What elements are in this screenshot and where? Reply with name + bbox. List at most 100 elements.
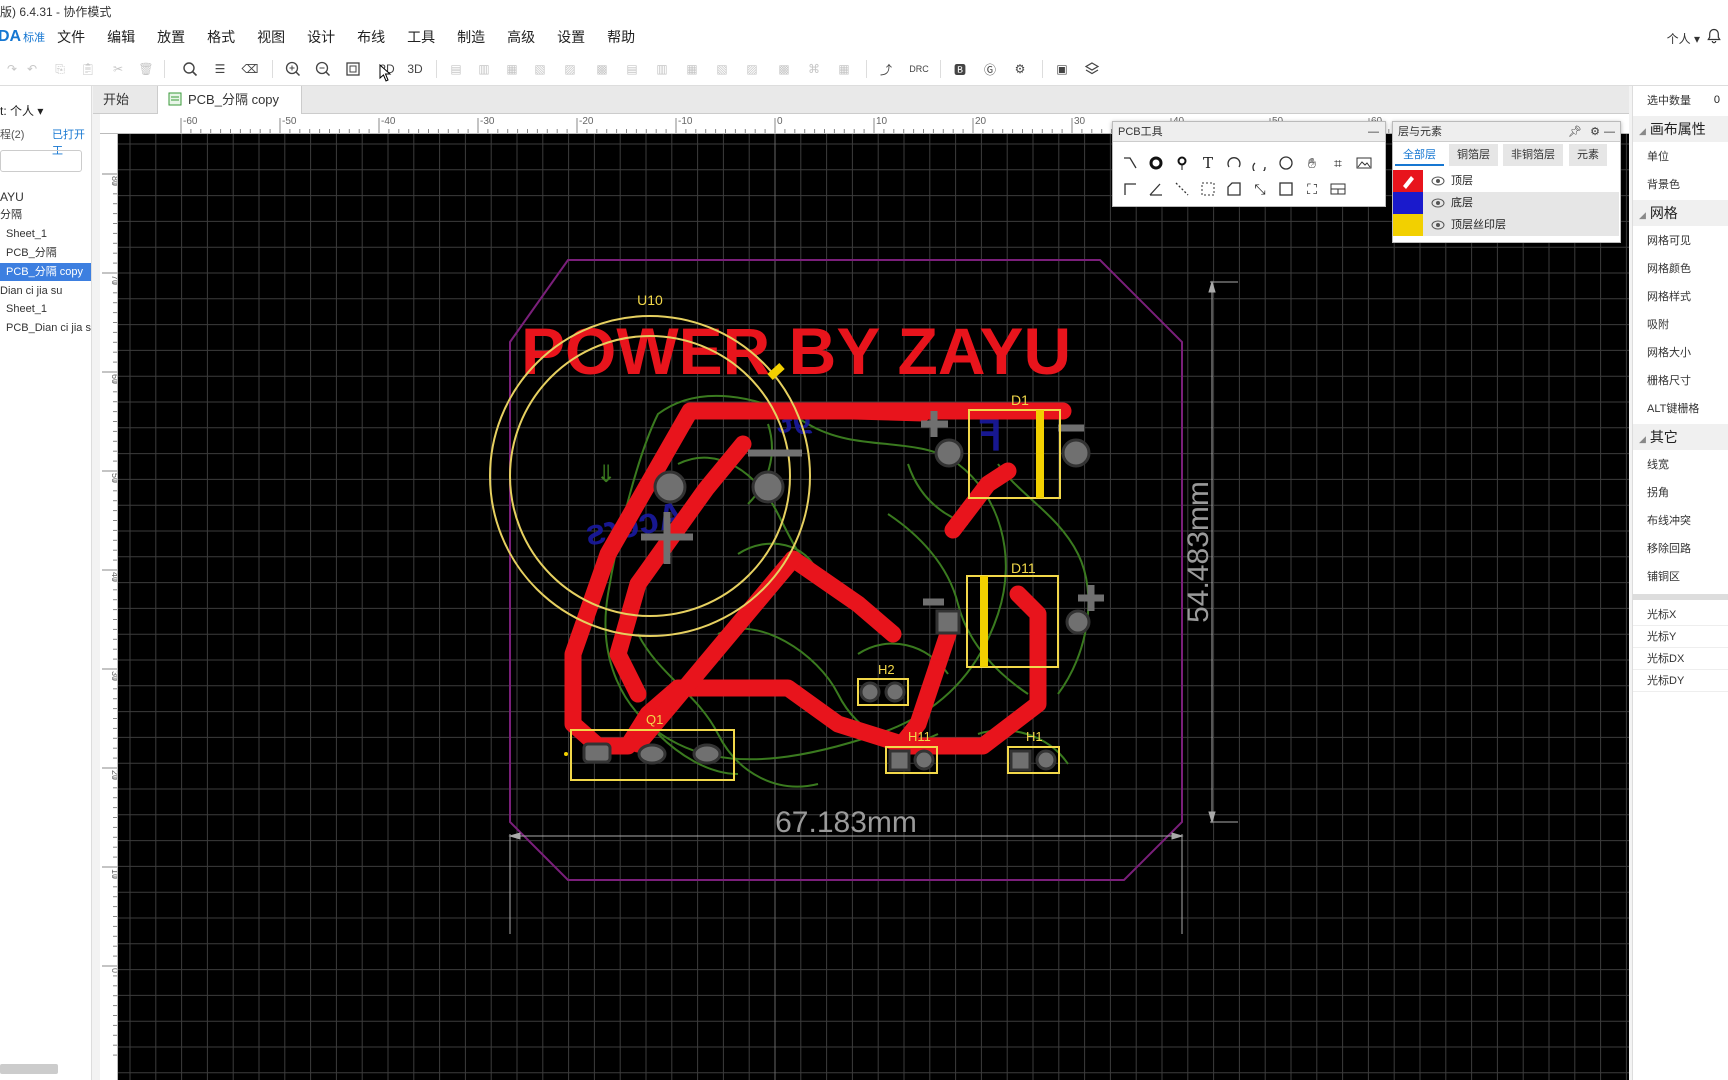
- zoom-out-icon[interactable]: [313, 59, 333, 79]
- find-list-icon[interactable]: ☰: [210, 59, 230, 79]
- layer-color-swatch[interactable]: [1393, 170, 1423, 192]
- search-input[interactable]: [0, 150, 82, 172]
- distribute-h-icon[interactable]: ▩: [592, 59, 612, 79]
- region-tool-icon[interactable]: [1223, 178, 1245, 200]
- copy-icon[interactable]: ⎘: [50, 59, 70, 79]
- layer-row-bottom[interactable]: 底层: [1393, 192, 1619, 214]
- menu-place[interactable]: 放置: [157, 27, 185, 47]
- layer-row-top[interactable]: 顶层: [1393, 170, 1619, 192]
- delete-icon[interactable]: 🗑︎: [136, 59, 156, 79]
- hand-tool-icon[interactable]: ✋︎: [1301, 152, 1323, 174]
- layer-color-swatch[interactable]: [1393, 192, 1423, 214]
- table-tool-icon[interactable]: [1327, 178, 1349, 200]
- menu-tools[interactable]: 工具: [407, 27, 435, 47]
- measure-tool-icon[interactable]: ⤡: [1249, 178, 1271, 200]
- minimize-icon[interactable]: —: [1368, 122, 1379, 142]
- layer-color-swatch[interactable]: [1393, 214, 1423, 236]
- tab-elements[interactable]: 元素: [1569, 144, 1607, 166]
- cut-icon[interactable]: ✂: [108, 59, 128, 79]
- tree-item[interactable]: Sheet_1: [0, 300, 91, 318]
- board-settings-icon[interactable]: ⚙: [1010, 59, 1030, 79]
- tree-item[interactable]: 分隔: [0, 206, 91, 224]
- tree-item[interactable]: PCB_分隔: [0, 244, 91, 262]
- align-top-icon[interactable]: ▧: [530, 59, 550, 79]
- menu-settings[interactable]: 设置: [557, 27, 585, 47]
- ungroup-icon[interactable]: ▧: [712, 59, 732, 79]
- menu-edit[interactable]: 编辑: [107, 27, 135, 47]
- pcb-drawing[interactable]: ƨɿɘɔA Ɉϱ ꟻ POWER BY ZAYU U10 ⇓ D1 D11 H2…: [118, 134, 1629, 1080]
- eye-icon[interactable]: [1431, 219, 1445, 231]
- user-menu[interactable]: 个人 ▾: [1667, 30, 1700, 47]
- layer-row-top-silk[interactable]: 顶层丝印层: [1393, 214, 1619, 236]
- section-canvas[interactable]: ◢ 画布属性: [1633, 116, 1728, 142]
- via-tool-icon[interactable]: [1171, 152, 1193, 174]
- menu-manufacture[interactable]: 制造: [457, 27, 485, 47]
- pin-icon[interactable]: 📌︎: [1568, 122, 1582, 142]
- fit-view-icon[interactable]: [343, 59, 363, 79]
- array-icon[interactable]: ▦: [834, 59, 854, 79]
- section-other[interactable]: ◢ 其它: [1633, 424, 1728, 450]
- tree-item-selected[interactable]: PCB_分隔 copy: [0, 263, 91, 281]
- gear-icon[interactable]: ⚙: [1590, 122, 1600, 142]
- tree-item[interactable]: AYU: [0, 188, 91, 206]
- menu-design[interactable]: 设计: [307, 27, 335, 47]
- project-count[interactable]: 程(2): [0, 126, 24, 142]
- menu-advanced[interactable]: 高级: [507, 27, 535, 47]
- tree-item[interactable]: Sheet_1: [0, 225, 91, 243]
- drc-button[interactable]: DRC: [906, 59, 932, 79]
- arc-tool-icon[interactable]: [1223, 152, 1245, 174]
- group-icon[interactable]: ▦: [682, 59, 702, 79]
- board-b-icon[interactable]: 🅱︎: [950, 59, 970, 79]
- scope-selector[interactable]: t: 个人 ▾: [0, 102, 43, 119]
- view-3d-button[interactable]: 3D: [402, 59, 428, 79]
- bell-icon[interactable]: [1706, 28, 1722, 44]
- rect-tool-icon[interactable]: [1275, 178, 1297, 200]
- undo-icon[interactable]: ↶: [22, 59, 42, 79]
- eye-icon[interactable]: [1431, 197, 1445, 209]
- erase-icon[interactable]: ⌫: [240, 59, 260, 79]
- image-icon[interactable]: ▣: [1052, 59, 1072, 79]
- arrange-icon[interactable]: ▩: [774, 59, 794, 79]
- pcb-canvas[interactable]: ƨɿɘɔA Ɉϱ ꟻ POWER BY ZAYU U10 ⇓ D1 D11 H2…: [118, 134, 1629, 1080]
- redo-icon[interactable]: ↷: [2, 59, 22, 79]
- arc2-tool-icon[interactable]: [1249, 152, 1271, 174]
- menu-view[interactable]: 视图: [257, 27, 285, 47]
- horizontal-scrollbar[interactable]: [0, 1064, 58, 1074]
- search-icon[interactable]: [180, 59, 200, 79]
- tree-item[interactable]: PCB_Dian ci jia s: [0, 319, 91, 337]
- select-area-tool-icon[interactable]: [1197, 178, 1219, 200]
- dimension-tool-icon[interactable]: [1119, 178, 1141, 200]
- menu-route[interactable]: 布线: [357, 27, 385, 47]
- tab-non-copper-layers[interactable]: 非铜箔层: [1503, 144, 1563, 166]
- eye-icon[interactable]: [1431, 175, 1445, 187]
- frame-tool-icon[interactable]: ⛶: [1301, 178, 1323, 200]
- menu-help[interactable]: 帮助: [607, 27, 635, 47]
- align-bottom-icon[interactable]: ▨: [560, 59, 580, 79]
- menu-file[interactable]: 文件: [57, 27, 85, 47]
- menu-format[interactable]: 格式: [207, 27, 235, 47]
- board-g-icon[interactable]: Ⓖ: [980, 59, 1000, 79]
- angle-tool-icon[interactable]: [1145, 178, 1167, 200]
- align-left-icon[interactable]: ▤: [446, 59, 466, 79]
- track-tool-icon[interactable]: [1119, 152, 1141, 174]
- h2-footprint[interactable]: [857, 678, 909, 706]
- tree-item[interactable]: Dian ci jia su: [0, 282, 91, 300]
- align-right-icon[interactable]: ▦: [502, 59, 522, 79]
- tab-all-layers[interactable]: 全部层: [1395, 144, 1444, 166]
- paste-icon[interactable]: 📋︎: [78, 59, 98, 79]
- pad-tool-icon[interactable]: [1145, 152, 1167, 174]
- text-tool-icon[interactable]: T: [1197, 152, 1219, 174]
- circle-tool-icon[interactable]: [1275, 152, 1297, 174]
- zoom-in-icon[interactable]: [283, 59, 303, 79]
- connect-tool-icon[interactable]: ⌗: [1327, 152, 1349, 174]
- distribute-v-icon[interactable]: ▤: [622, 59, 642, 79]
- image-tool-icon[interactable]: [1353, 152, 1375, 174]
- align-center-icon[interactable]: ▥: [474, 59, 494, 79]
- minimize-icon[interactable]: —: [1604, 122, 1615, 142]
- align-grid-icon[interactable]: ▥: [652, 59, 672, 79]
- ratline-tool-icon[interactable]: [1171, 178, 1193, 200]
- route-icon[interactable]: ⤴: [876, 59, 896, 79]
- layout-icon[interactable]: ▨: [742, 59, 762, 79]
- pattern-icon[interactable]: ⌘: [804, 59, 824, 79]
- tab-copper-layers[interactable]: 铜箔层: [1449, 144, 1498, 166]
